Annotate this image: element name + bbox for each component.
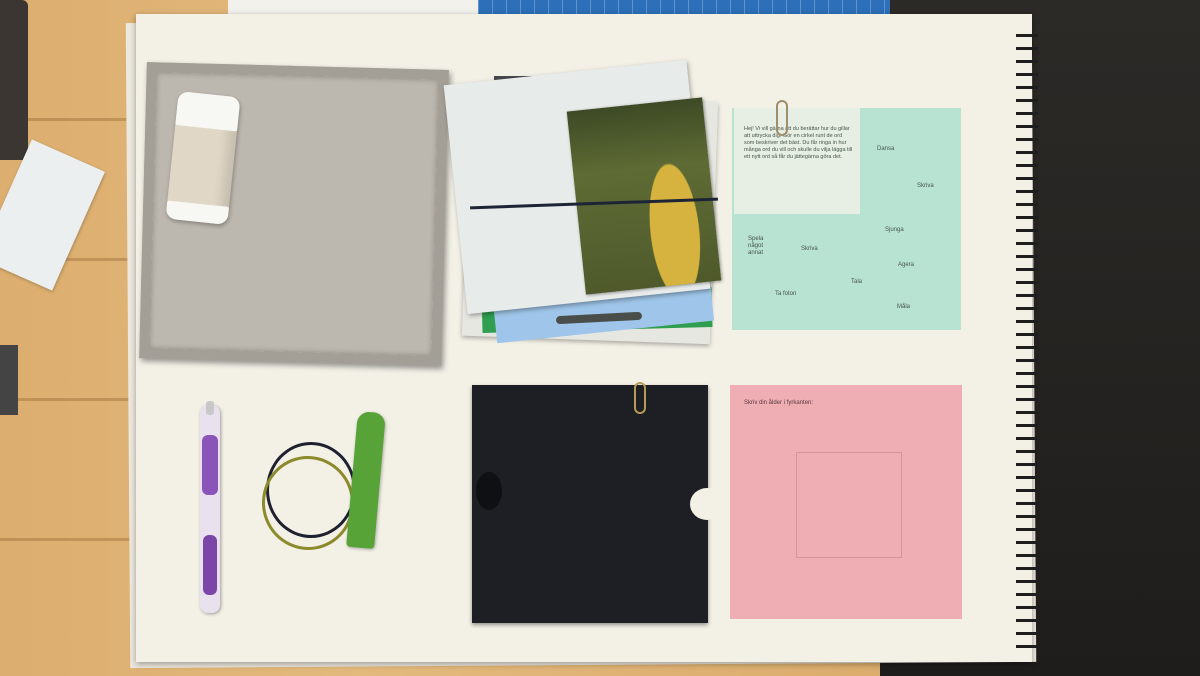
pen-tip [206,401,214,415]
age-box [796,452,902,558]
word-tala: Tala [851,279,863,285]
word-dansa: Dansa [877,146,895,152]
word-mala: Måla [897,304,911,310]
paperclip [634,382,646,414]
word-ta-foton: Ta foton [775,291,797,297]
word-agera: Agera [898,262,915,268]
object-edge [0,345,18,415]
pink-sheet-instruction: Skriv din ålder i fyrkanten: [744,400,814,406]
spiral-binding [1016,28,1038,658]
glue-stick-cap [175,91,241,132]
aerial-photo [566,97,722,295]
glue-stick [165,91,241,225]
green-note-card [734,108,860,214]
pen [200,401,220,613]
word-skriva: Skriva [917,183,934,189]
paperclip [776,100,788,136]
word-sjunga: Sjunga [885,227,904,233]
folder-notch [690,488,724,520]
black-folder [472,385,708,623]
pen-grip [202,435,218,495]
folder-dark-circle [476,472,502,510]
binder-edge [0,0,28,160]
note-text: Hej! Vi vill gärna att du berättar hur d… [744,126,853,160]
word-spela: Spela något annat [748,236,764,256]
pen-barrel [203,535,217,595]
word-skriva-2: Skriva [801,246,818,252]
